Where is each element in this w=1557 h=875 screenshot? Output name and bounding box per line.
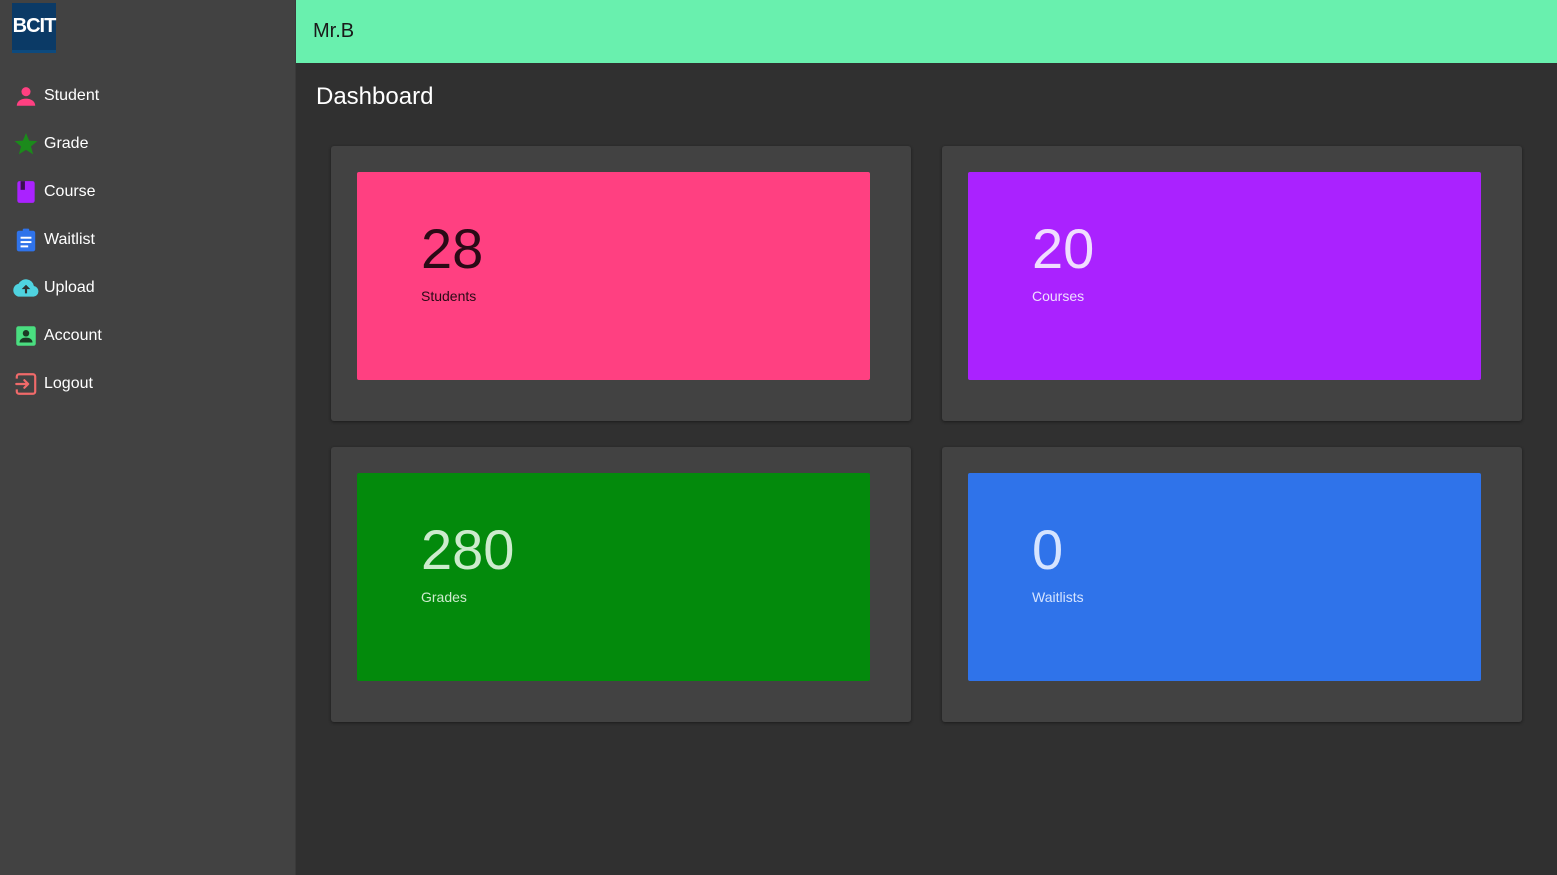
page-title: Dashboard: [316, 83, 434, 110]
sidebar-item-label: Course: [44, 183, 96, 200]
stat-tile-waitlist[interactable]: 0 Waitlists: [968, 473, 1481, 681]
sidebar-item-course[interactable]: Course: [0, 168, 295, 216]
person-icon: [12, 82, 40, 110]
clipboard-list-icon: [12, 226, 40, 254]
book-icon: [12, 178, 40, 206]
stat-card-students: 28 Students: [331, 146, 911, 421]
stat-label: Grades: [421, 589, 467, 605]
stat-value: 0: [1032, 518, 1064, 581]
user-name: Mr.B: [313, 20, 355, 42]
top-app-bar: Mr.B: [296, 0, 1557, 63]
stat-value: 280: [421, 518, 515, 581]
logout-icon: [12, 370, 40, 398]
stat-card-courses: 20 Courses: [942, 146, 1522, 421]
sidebar-item-logout[interactable]: Logout: [0, 360, 295, 408]
stat-card-waitlist: 0 Waitlists: [942, 447, 1522, 722]
sidebar-item-student[interactable]: Student: [0, 72, 295, 120]
account-box-icon: [12, 322, 40, 350]
sidebar-item-label: Grade: [44, 135, 89, 152]
stat-tile-grades[interactable]: 280 Grades: [357, 473, 870, 681]
sidebar-item-label: Upload: [44, 279, 95, 296]
sidebar-item-label: Logout: [44, 375, 93, 392]
stat-value: 28: [421, 217, 484, 280]
sidebar-item-account[interactable]: Account: [0, 312, 295, 360]
star-icon: [12, 130, 40, 158]
stat-value: 20: [1032, 217, 1095, 280]
bcit-logo[interactable]: BCIT: [12, 3, 56, 53]
sidebar-item-label: Student: [44, 87, 100, 104]
stat-card-grades: 280 Grades: [331, 447, 911, 722]
logo-text: BCIT: [12, 15, 57, 37]
sidebar-item-grade[interactable]: Grade: [0, 120, 295, 168]
sidebar-item-label: Waitlist: [44, 231, 95, 248]
stat-label: Courses: [1032, 288, 1085, 304]
stat-label: Students: [421, 288, 477, 304]
sidebar-item-label: Account: [44, 327, 102, 344]
stat-label: Waitlists: [1032, 589, 1084, 605]
stat-tile-courses[interactable]: 20 Courses: [968, 172, 1481, 380]
cloud-upload-icon: [12, 274, 40, 302]
sidebar: BCIT Student Grade Course Waitlist Uploa…: [0, 0, 296, 875]
sidebar-nav: Student Grade Course Waitlist Upload Acc…: [0, 72, 295, 408]
app-root: BCIT Student Grade Course Waitlist Uploa…: [0, 0, 1557, 875]
stat-tile-students[interactable]: 28 Students: [357, 172, 870, 380]
sidebar-item-upload[interactable]: Upload: [0, 264, 295, 312]
sidebar-item-waitlist[interactable]: Waitlist: [0, 216, 295, 264]
